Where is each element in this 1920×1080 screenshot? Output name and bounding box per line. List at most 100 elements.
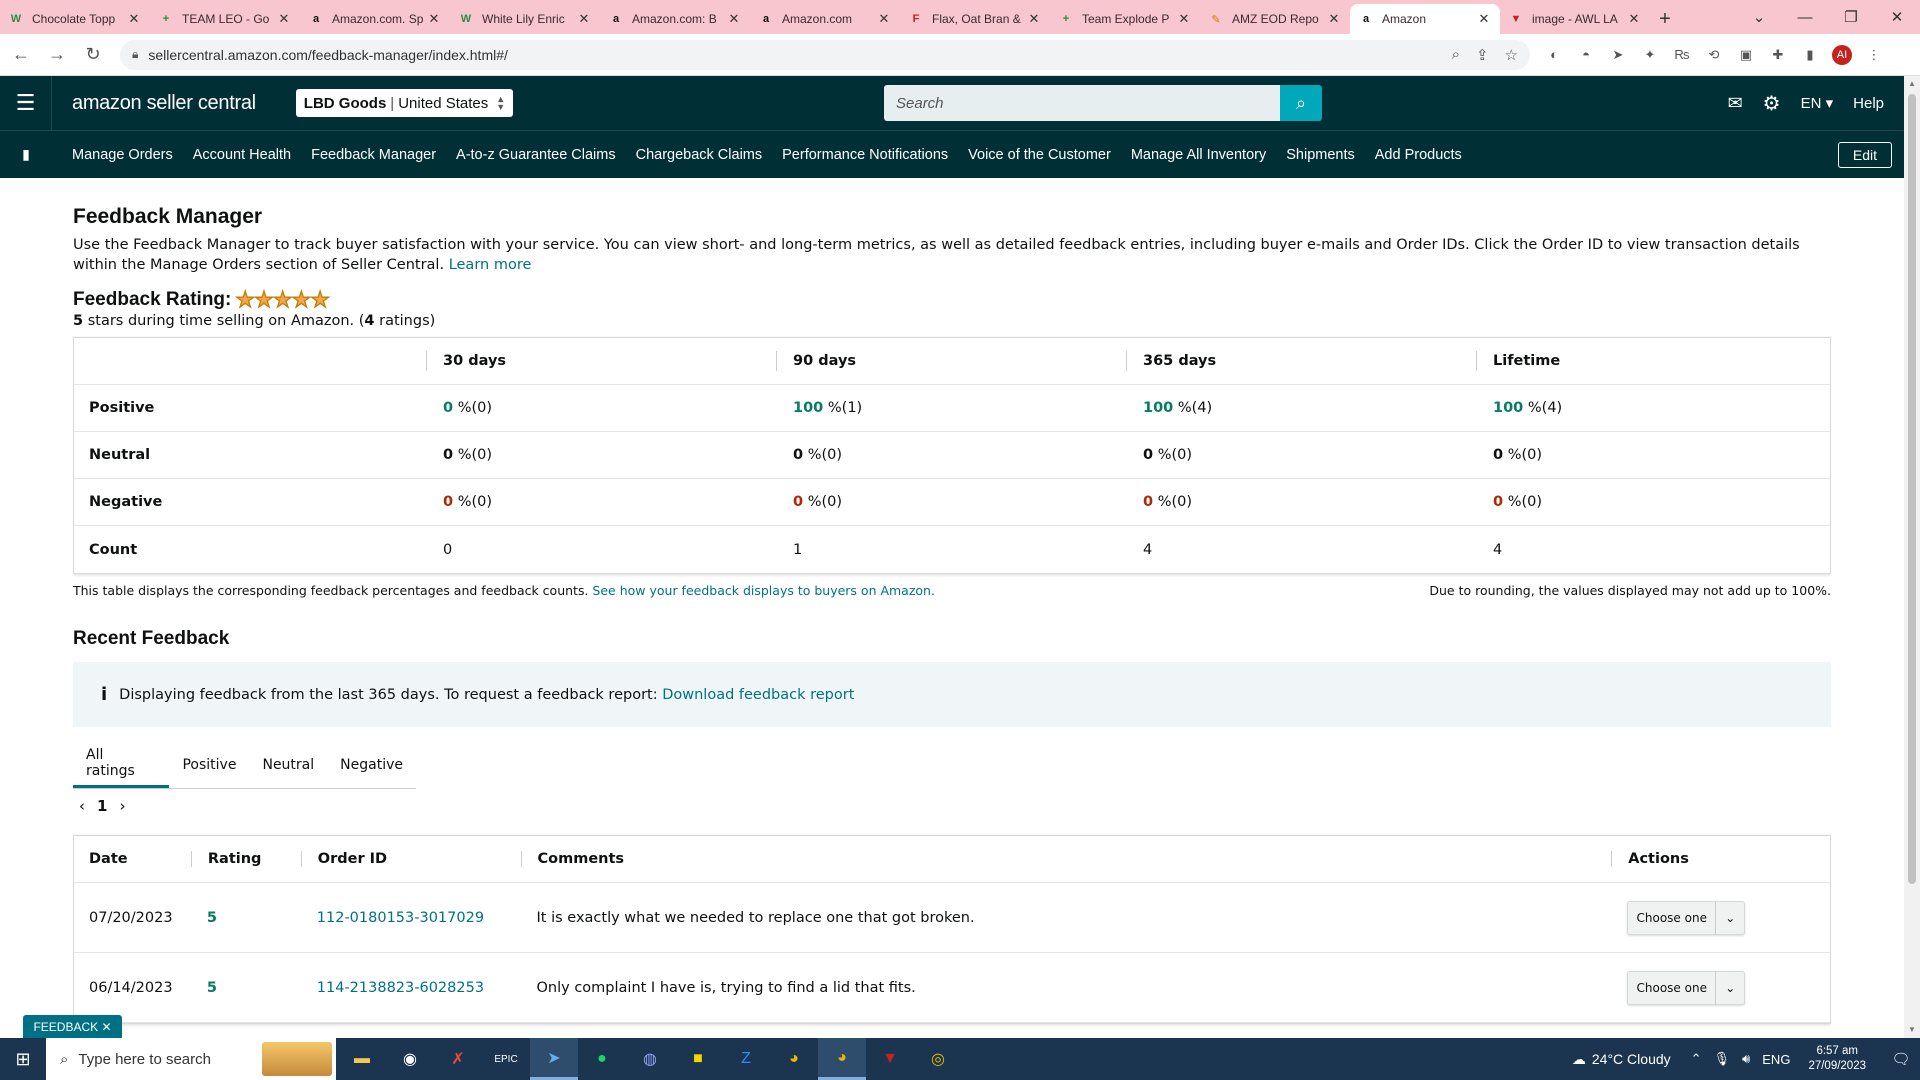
edit-nav-button[interactable]: Edit — [1837, 142, 1892, 168]
learn-more-link[interactable]: Learn more — [449, 257, 532, 273]
chevron-down-icon[interactable]: ⌄ — [1736, 0, 1782, 34]
nav-link[interactable]: Feedback Manager — [311, 147, 436, 163]
sidepanel-icon[interactable]: ▮ — [1800, 45, 1820, 65]
spotify-icon[interactable]: ● — [578, 1038, 626, 1080]
bookmark-icon[interactable]: ▮ — [0, 146, 52, 163]
scroll-up-icon[interactable]: ▲ — [1904, 76, 1920, 92]
browser-tab[interactable]: a Amazon.com. Sp ✕ — [300, 4, 450, 34]
clock[interactable]: 6:57 am 27/09/2023 — [1808, 1044, 1866, 1074]
tab-negative[interactable]: Negative — [327, 741, 416, 788]
browser-tab[interactable]: + Team Explode P ✕ — [1050, 4, 1200, 34]
forward-button[interactable]: → — [42, 40, 72, 70]
gear-icon[interactable]: ⚙ — [1763, 91, 1781, 116]
nav-link[interactable]: Manage All Inventory — [1131, 147, 1266, 163]
puzzle-icon[interactable]: ✚ — [1768, 45, 1788, 65]
feedback-tag[interactable]: FEEDBACK ✕ — [23, 1015, 122, 1039]
notification-icon[interactable]: 🗨︎ — [1882, 1050, 1920, 1068]
choose-one-dropdown[interactable]: Choose one ⌄ — [1627, 970, 1746, 1005]
taskbar-search[interactable]: ⌕ Type here to search — [46, 1038, 336, 1080]
download-report-link[interactable]: Download feedback report — [662, 687, 854, 703]
zoom-app-icon[interactable]: Z — [722, 1038, 770, 1080]
steam-icon[interactable]: ◉ — [386, 1038, 434, 1080]
hamburger-menu-icon[interactable]: ☰ — [0, 76, 52, 130]
tab-all-ratings[interactable]: All ratings — [73, 741, 170, 788]
browser-tab[interactable]: W White Lily Enric ✕ — [450, 4, 600, 34]
extension-icon[interactable]: ₨ — [1672, 45, 1692, 65]
page-scrollbar[interactable]: ▲ ▼ — [1904, 76, 1920, 1038]
tab-positive[interactable]: Positive — [169, 741, 249, 788]
close-tab-icon[interactable]: ✕ — [1476, 11, 1492, 27]
discord-icon[interactable]: ◍ — [626, 1038, 674, 1080]
search-input[interactable]: Search — [884, 85, 1280, 121]
feedback-display-link[interactable]: See how your feedback displays to buyers… — [592, 583, 935, 598]
close-tab-icon[interactable]: ✕ — [276, 11, 292, 27]
file-explorer-icon[interactable]: ▬ — [338, 1038, 386, 1080]
nav-link[interactable]: Account Health — [193, 147, 291, 163]
close-tab-icon[interactable]: ✕ — [726, 11, 742, 27]
telegram-icon[interactable]: ➤ — [530, 1038, 578, 1080]
weather-widget[interactable]: ☁ 24°C Cloudy — [1572, 1051, 1671, 1068]
restore-button[interactable]: ❐ — [1828, 0, 1874, 34]
scroll-thumb[interactable] — [1908, 94, 1916, 884]
nav-link[interactable]: Chargeback Claims — [636, 147, 763, 163]
windows-start-icon[interactable]: ⊞ — [0, 1038, 46, 1080]
close-tab-icon[interactable]: ✕ — [126, 11, 142, 27]
share-icon[interactable]: ⇪ — [1476, 46, 1489, 64]
language-indicator[interactable]: ENG — [1762, 1052, 1790, 1067]
next-page-icon[interactable]: › — [119, 797, 125, 815]
nav-link[interactable]: Manage Orders — [72, 147, 173, 163]
minimize-button[interactable]: — — [1782, 0, 1828, 34]
extension-icon[interactable]: ⟲ — [1704, 45, 1724, 65]
browser-tab[interactable]: a Amazon.com: B ✕ — [600, 4, 750, 34]
close-tab-icon[interactable]: ✕ — [576, 11, 592, 27]
nav-link[interactable]: Add Products — [1375, 147, 1462, 163]
extension-icon[interactable]: ◓ — [1576, 45, 1596, 65]
zoom-icon[interactable]: ⌕ — [1452, 46, 1460, 63]
close-tab-icon[interactable]: ✕ — [426, 11, 442, 27]
close-tab-icon[interactable]: ✕ — [1626, 11, 1642, 27]
extension-icon[interactable]: ◐ — [1544, 45, 1564, 65]
close-tab-icon[interactable]: ✕ — [1026, 11, 1042, 27]
current-page[interactable]: 1 — [97, 797, 107, 815]
browser-tab[interactable]: ▼ image - AWL LA ✕ — [1500, 4, 1650, 34]
order-id-link[interactable]: 112-0180153-3017029 — [301, 910, 521, 926]
chrome-profile-icon[interactable]: ◕ — [818, 1038, 866, 1080]
browser-tab[interactable]: a Amazon.com ✕ — [750, 4, 900, 34]
app-icon[interactable]: ▼ — [866, 1038, 914, 1080]
extension-icon[interactable]: ➤ — [1608, 45, 1628, 65]
close-tab-icon[interactable]: ✕ — [1326, 11, 1342, 27]
epic-games-icon[interactable]: EPIC — [482, 1038, 530, 1080]
account-switcher[interactable]: LBD Goods | United States ▲ ▼ — [295, 89, 514, 117]
nav-link[interactable]: Performance Notifications — [782, 147, 948, 163]
chrome-icon[interactable]: ◕ — [770, 1038, 818, 1080]
browser-tab[interactable]: a Amazon ✕ — [1350, 4, 1500, 34]
seller-central-logo[interactable]: amazon seller central — [72, 92, 256, 115]
extension-icon[interactable]: ▣ — [1736, 45, 1756, 65]
url-field[interactable]: 🔒︎ sellercentral.amazon.com/feedback-man… — [120, 39, 1530, 70]
close-tab-icon[interactable]: ✕ — [1176, 11, 1192, 27]
sticky-notes-icon[interactable]: ■ — [674, 1038, 722, 1080]
new-tab-button[interactable]: + — [1650, 4, 1680, 34]
profile-avatar[interactable]: AI — [1832, 44, 1852, 65]
close-window-button[interactable]: ✕ — [1874, 0, 1920, 34]
nav-link[interactable]: Voice of the Customer — [968, 147, 1111, 163]
nav-link[interactable]: A-to-z Guarantee Claims — [456, 147, 616, 163]
tab-neutral[interactable]: Neutral — [249, 741, 327, 788]
browser-tab[interactable]: F Flax, Oat Bran & ✕ — [900, 4, 1050, 34]
app-icon[interactable]: ◎ — [914, 1038, 962, 1080]
microphone-icon[interactable]: 🎙︎ — [1714, 1051, 1731, 1067]
extension-icon[interactable]: ✦ — [1640, 45, 1660, 65]
app-icon[interactable]: ✗ — [434, 1038, 482, 1080]
browser-tab[interactable]: + TEAM LEO - Go ✕ — [150, 4, 300, 34]
reload-button[interactable]: ↻ — [78, 40, 108, 70]
language-selector[interactable]: EN ▾ — [1801, 94, 1834, 112]
browser-tab[interactable]: W Chocolate Topp ✕ — [0, 4, 150, 34]
prev-page-icon[interactable]: ‹ — [79, 797, 85, 815]
menu-dots-icon[interactable]: ⋮ — [1864, 45, 1884, 65]
bookmark-star-icon[interactable]: ☆ — [1505, 46, 1518, 64]
help-link[interactable]: Help — [1853, 95, 1884, 112]
browser-tab[interactable]: ✎ AMZ EOD Repo ✕ — [1200, 4, 1350, 34]
nav-link[interactable]: Shipments — [1286, 147, 1355, 163]
search-icon[interactable]: ⌕ — [1280, 85, 1322, 121]
chevron-up-icon[interactable]: ⌃ — [1691, 1051, 1702, 1067]
